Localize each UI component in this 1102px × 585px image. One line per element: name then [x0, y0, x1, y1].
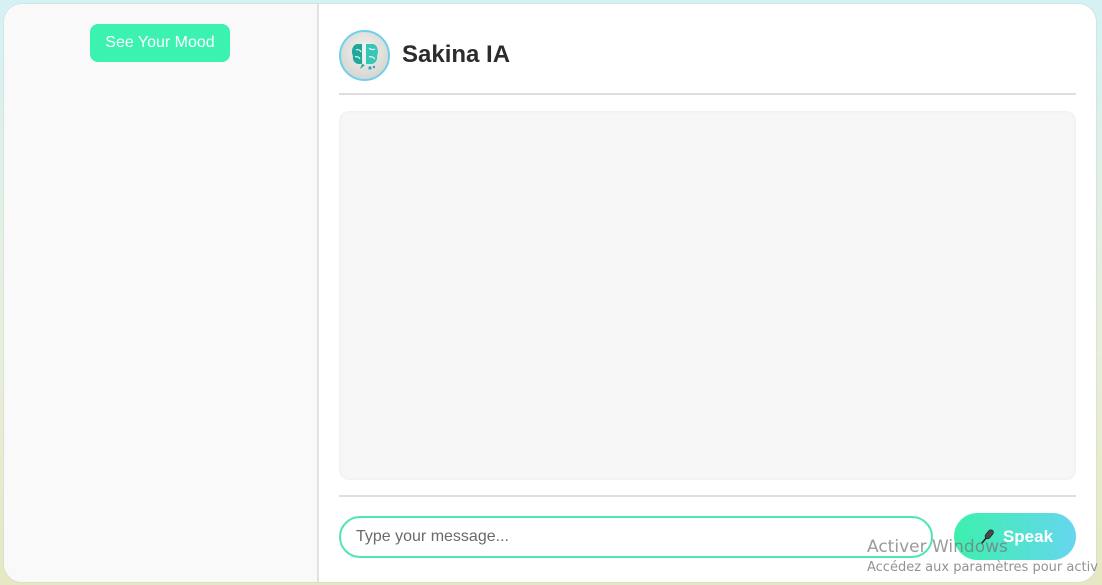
speak-label: Speak: [1002, 526, 1054, 546]
app-window: See Your Mood Sakina IA Type your messag…: [4, 4, 1096, 582]
chat-header: Sakina IA: [339, 27, 1076, 83]
header-divider: [339, 93, 1076, 95]
message-area[interactable]: [339, 111, 1076, 480]
see-your-mood-button[interactable]: See Your Mood: [90, 24, 230, 62]
page-title: Sakina IA: [402, 41, 511, 68]
message-input[interactable]: [339, 516, 933, 558]
brain-chat-icon: [351, 43, 378, 70]
sidebar: See Your Mood: [4, 4, 319, 582]
composer-divider: [339, 495, 1076, 497]
microphone-icon: [977, 527, 997, 547]
avatar: [339, 29, 390, 81]
speak-button[interactable]: Speak: [954, 513, 1076, 560]
chat-panel: Sakina IA Speak: [319, 4, 1096, 582]
